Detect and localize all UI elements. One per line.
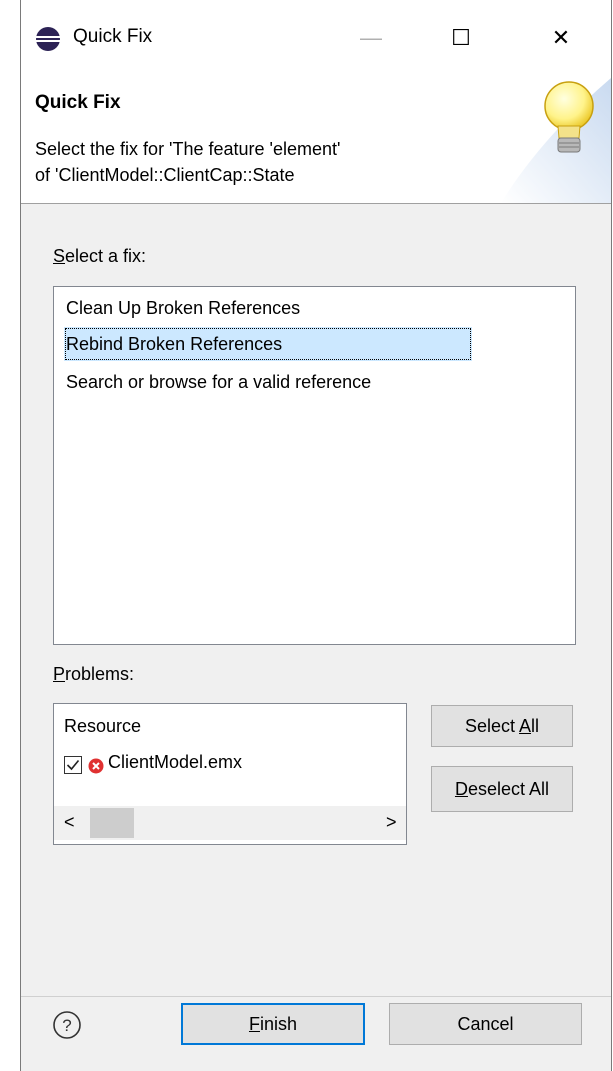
resource-column-header[interactable]: Resource [64,716,141,737]
background-strip [0,0,20,1071]
lightbulb-icon [461,78,611,203]
horizontal-scrollbar[interactable]: < > [54,806,406,840]
fix-item-rebind[interactable]: Rebind Broken References [64,327,472,361]
help-icon-glyph: ? [62,1016,71,1035]
table-row[interactable]: ClientModel.emx [54,752,406,788]
help-icon[interactable]: ? [52,1010,82,1040]
header-description: Select the fix for 'The feature 'element… [35,136,340,188]
fix-item-search[interactable]: Search or browse for a valid reference [64,365,373,399]
cancel-button[interactable]: Cancel [389,1003,582,1045]
fix-item-clean-up[interactable]: Clean Up Broken References [64,291,302,325]
header-title: Quick Fix [35,92,121,113]
deselect-all-button[interactable]: Deselect All [431,766,573,812]
scroll-left-arrow[interactable]: < [64,812,75,833]
problems-table[interactable]: Resource ClientModel.emx < > [53,703,407,845]
scroll-right-arrow[interactable]: > [386,812,397,833]
quick-fix-dialog: Quick Fix — ☐ ✕ Quick Fix Select the fix… [0,0,613,1071]
eclipse-icon [35,26,61,52]
dialog-frame: Quick Fix — ☐ ✕ Quick Fix Select the fix… [20,0,612,1071]
select-all-button[interactable]: Select All [431,705,573,747]
minimize-button[interactable]: — [341,18,401,58]
dialog-header: Quick Fix Select the fix for 'The featur… [21,78,611,204]
problems-label: Problems: [53,664,135,684]
finish-button[interactable]: Finish [181,1003,365,1045]
resource-name: ClientModel.emx [108,752,243,772]
header-description-line1: Select the fix for 'The feature 'element… [35,139,341,159]
header-description-line2: of 'ClientModel::ClientCap::State [35,165,295,185]
footer-separator [21,996,611,997]
scrollbar-thumb[interactable] [90,808,134,838]
error-icon [88,758,104,774]
fix-list[interactable]: Clean Up Broken References Rebind Broken… [53,286,576,645]
checkbox-checked-icon[interactable] [64,756,82,774]
close-button[interactable]: ✕ [531,18,591,58]
title-bar[interactable]: Quick Fix — ☐ ✕ [21,0,611,78]
window-title: Quick Fix [73,26,153,47]
maximize-button[interactable]: ☐ [431,18,491,58]
select-fix-label: Select a fix: [53,246,147,266]
